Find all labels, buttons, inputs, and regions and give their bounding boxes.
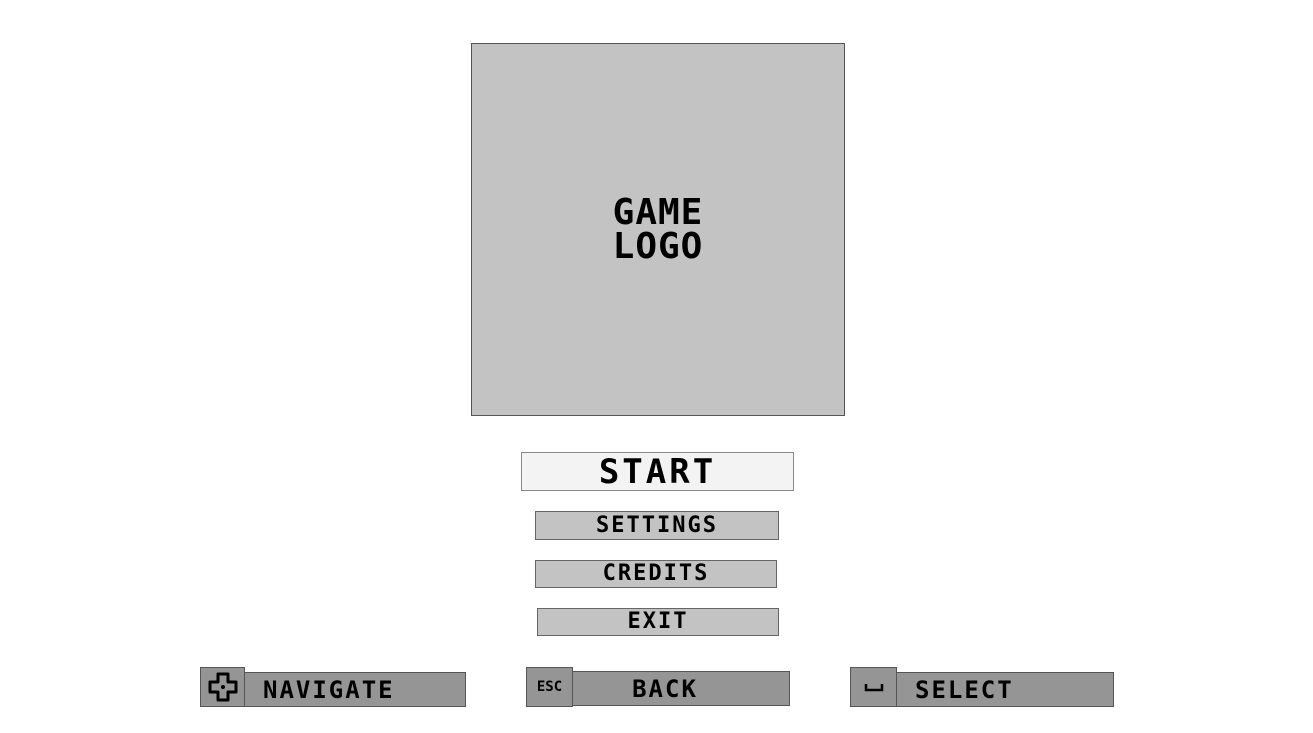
game-logo-text: GAME LOGO [612,191,704,267]
spacebar-icon [850,667,897,707]
navigate-label: NAVIGATE [263,675,395,704]
select-label: SELECT [915,675,1014,704]
esc-key-label: ESC [536,679,563,695]
settings-button[interactable]: SETTINGS [535,511,779,540]
back-hint: BACK [570,671,790,706]
credits-button[interactable]: CREDITS [535,560,777,588]
esc-key-icon: ESC [526,667,573,707]
select-hint: SELECT [894,672,1114,707]
start-button[interactable]: START [521,452,794,491]
exit-button[interactable]: EXIT [537,608,779,636]
navigate-hint: NAVIGATE [240,672,466,707]
game-logo: GAME LOGO [471,43,845,416]
back-label: BACK [632,674,698,703]
dpad-icon [200,667,245,707]
